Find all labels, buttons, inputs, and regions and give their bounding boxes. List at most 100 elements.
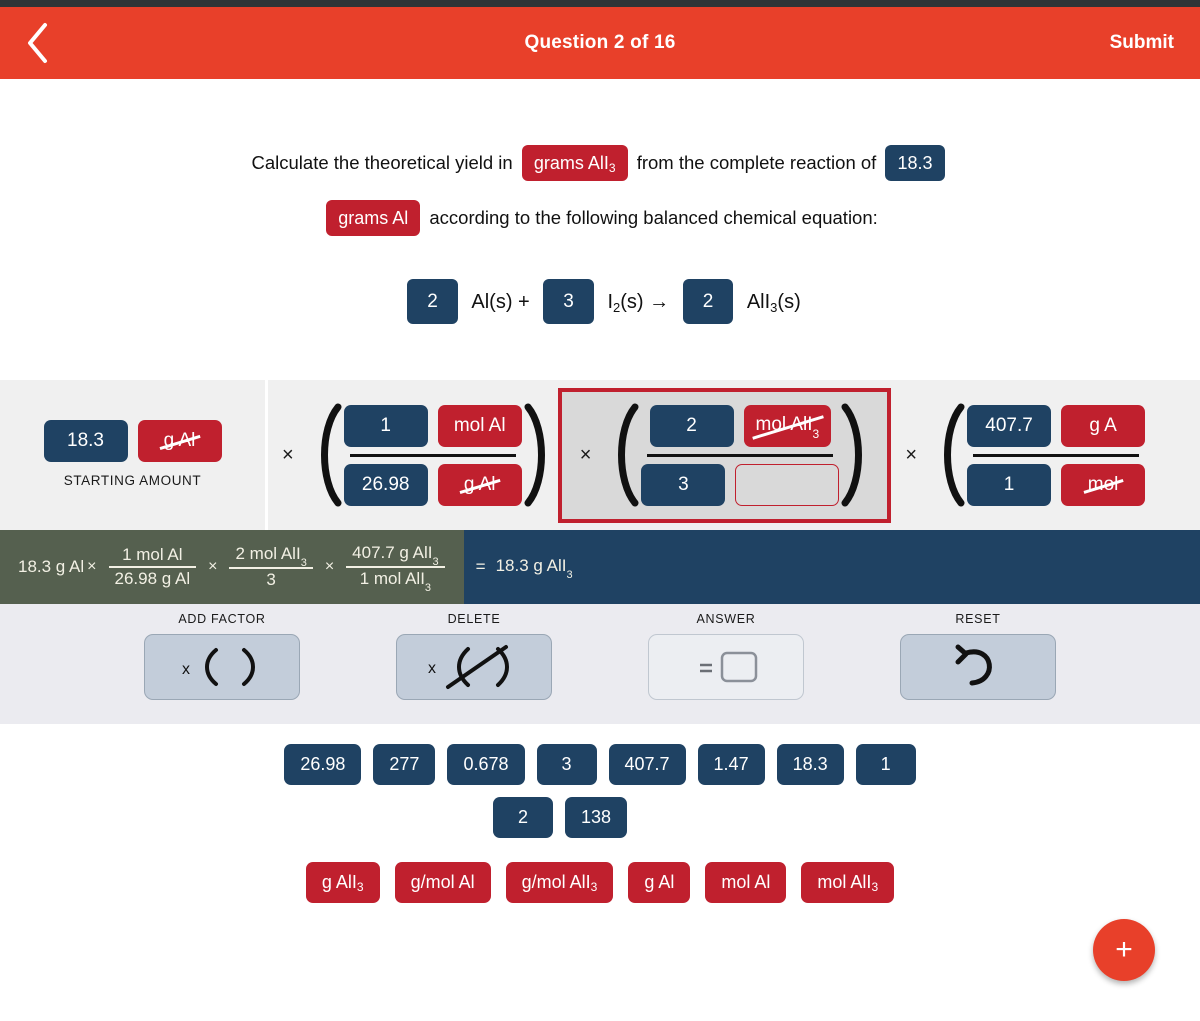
starting-amount-label: STARTING AMOUNT xyxy=(63,473,202,488)
add-factor-button[interactable]: x xyxy=(144,634,300,700)
summary-term-3-num-main: 407.7 g AlI xyxy=(352,542,433,562)
number-tile[interactable]: 3 xyxy=(536,744,597,785)
prompt-chip-target-units-sub: 3 xyxy=(608,161,616,176)
equation-species-3-tail: (s) xyxy=(777,290,801,313)
chevron-left-icon xyxy=(25,22,51,64)
number-tile[interactable]: 18.3 xyxy=(776,744,844,785)
number-tile[interactable]: 0.678 xyxy=(447,744,525,785)
factor-3-num-unit[interactable]: g A xyxy=(1061,404,1146,447)
prompt-text-2: from the complete reaction of xyxy=(636,152,877,174)
equation-coefficient-1: 2 xyxy=(407,279,458,325)
conversion-factor-2[interactable]: 2 mol AlI3 3 xyxy=(605,396,875,515)
number-tile[interactable]: 1 xyxy=(855,744,916,785)
unit-tile[interactable]: g/mol AlI 3 xyxy=(505,862,614,903)
prompt-chip-mass-units: grams Al xyxy=(326,200,421,237)
number-tile[interactable]: 2 xyxy=(493,797,553,838)
starting-amount-value[interactable]: 18.3 xyxy=(43,420,128,462)
factor-2-den-unit-empty-slot[interactable] xyxy=(735,463,840,506)
summary-term-3-den-sub: 3 xyxy=(424,582,432,595)
summary-result-sub: 3 xyxy=(566,569,573,582)
number-tile[interactable]: 1.47 xyxy=(697,744,765,785)
delete-button[interactable]: x xyxy=(396,634,552,700)
summary-term-1: 1 mol Al 26.98 g Al xyxy=(108,544,197,590)
factor-2-num-value[interactable]: 2 xyxy=(649,404,734,447)
fraction-1-denominator: 26.98 g Al xyxy=(343,461,522,509)
unit-tile[interactable]: mol Al xyxy=(705,862,787,903)
reset-button[interactable] xyxy=(900,634,1056,700)
factor-1-num-unit[interactable]: mol Al xyxy=(437,404,522,447)
tool-reset: RESET xyxy=(874,612,1082,724)
dimensional-analysis-work-area: 18.3 g Al STARTING AMOUNT × 1 mol Al 26.… xyxy=(0,380,1200,530)
unit-tile-sub: 3 xyxy=(590,879,598,894)
tool-answer: ANSWER xyxy=(622,612,830,724)
number-tile[interactable]: 277 xyxy=(373,744,436,785)
summary-result-value: 18.3 g AlI3 xyxy=(496,556,573,582)
unit-tile[interactable]: g AlI 3 xyxy=(305,862,380,903)
starting-amount-unit[interactable]: g Al xyxy=(137,420,222,462)
conversion-factor-1[interactable]: 1 mol Al 26.98 g Al xyxy=(308,396,558,515)
equation-species-2-sub: 2 xyxy=(613,299,621,315)
summary-term-3-num: 407.7 g AlI3 xyxy=(346,542,444,568)
unit-tile-text: mol AlI xyxy=(817,872,872,892)
equation-species-3-sub: 3 xyxy=(770,299,778,315)
submit-button[interactable]: Submit xyxy=(1110,32,1174,54)
equation-coefficient-3: 2 xyxy=(682,279,734,325)
unit-tile-sub: 3 xyxy=(871,879,879,894)
factor-2-num-unit[interactable]: mol AlI3 xyxy=(743,404,832,447)
summary-term-2-num-main: 2 mol AlI xyxy=(235,543,301,563)
summary-mul-3: × xyxy=(324,558,335,575)
summary-term-2-den: 3 xyxy=(266,570,276,590)
fraction-1-numerator: 1 mol Al xyxy=(343,402,522,450)
equation-species-1: Al(s) + xyxy=(471,290,530,313)
conversion-factor-3-wrap: × 407.7 g A 1 mol xyxy=(891,396,1151,515)
factor-3-den-value[interactable]: 1 xyxy=(967,463,1052,506)
answer-button[interactable] xyxy=(648,634,804,700)
summary-term-3: 407.7 g AlI3 1 mol AlI3 xyxy=(346,542,445,595)
starting-amount-unit-text: g Al xyxy=(163,430,196,451)
conversion-factor-2-wrap[interactable]: × 2 mol AlI3 3 xyxy=(557,387,892,523)
add-fab-button[interactable]: + xyxy=(1093,919,1155,981)
unit-tile[interactable]: g Al xyxy=(628,862,691,903)
number-tiles-row-2: 2 138 xyxy=(0,797,1200,838)
fraction-3-numerator: 407.7 g A xyxy=(967,402,1146,450)
factor-2-num-unit-text: mol AlI3 xyxy=(756,414,820,442)
factor-1-den-unit[interactable]: g Al xyxy=(437,463,522,506)
back-button[interactable] xyxy=(18,20,58,66)
summary-result: = 18.3 g AlI3 xyxy=(464,556,573,582)
tool-reset-label: RESET xyxy=(955,612,1001,626)
unit-tile-text: g Al xyxy=(644,872,675,892)
number-tile[interactable]: 407.7 xyxy=(608,744,686,785)
tool-add-factor-label: ADD FACTOR xyxy=(178,612,266,626)
factor-1-den-value[interactable]: 26.98 xyxy=(343,463,428,506)
page-title: Question 2 of 16 xyxy=(524,32,676,53)
number-tile[interactable]: 138 xyxy=(565,797,628,838)
summary-term-3-den: 1 mol AlI3 xyxy=(354,568,437,595)
factor-2-den-value[interactable]: 3 xyxy=(641,463,726,506)
unit-tile[interactable]: mol AlI 3 xyxy=(801,862,895,903)
factor-3-num-value[interactable]: 407.7 xyxy=(967,404,1052,447)
status-strip xyxy=(0,0,1200,7)
equation-species-2-tail: (s) → xyxy=(620,290,670,313)
fraction-3-bar xyxy=(973,453,1140,457)
number-tile[interactable]: 26.98 xyxy=(284,744,362,785)
left-paren-icon-1 xyxy=(312,403,342,507)
unit-tile[interactable]: g/mol Al xyxy=(394,862,491,903)
summary-start: 18.3 g Al xyxy=(18,557,85,576)
balanced-equation: 2 Al(s) + 3 I2(s) → 2 AlI3(s) xyxy=(0,279,1200,325)
question-prompt: Calculate the theoretical yield in grams… xyxy=(0,79,1200,245)
delete-factor-icon: x xyxy=(422,643,526,691)
svg-text:x: x xyxy=(428,660,436,677)
summary-term-3-num-sub: 3 xyxy=(432,556,439,568)
unit-tile-sub: 3 xyxy=(356,879,364,894)
number-tiles-row-1: 26.98 277 0.678 3 407.7 1.47 18.3 1 xyxy=(0,744,1200,785)
factor-1-num-value[interactable]: 1 xyxy=(343,404,428,447)
unit-tile-text: g/mol Al xyxy=(410,872,475,892)
prompt-chip-target-units: grams AlI3 xyxy=(521,145,628,182)
starting-amount-block[interactable]: 18.3 g Al STARTING AMOUNT xyxy=(0,420,265,490)
conversion-factor-3[interactable]: 407.7 g A 1 mol xyxy=(931,396,1151,515)
summary-mul-2: × xyxy=(208,558,218,575)
equation-species-3: AlI3(s) xyxy=(747,290,801,315)
app-header: Question 2 of 16 Submit xyxy=(0,7,1200,79)
unit-tile-text: g AlI xyxy=(321,872,357,892)
factor-3-den-unit[interactable]: mol xyxy=(1061,463,1146,506)
